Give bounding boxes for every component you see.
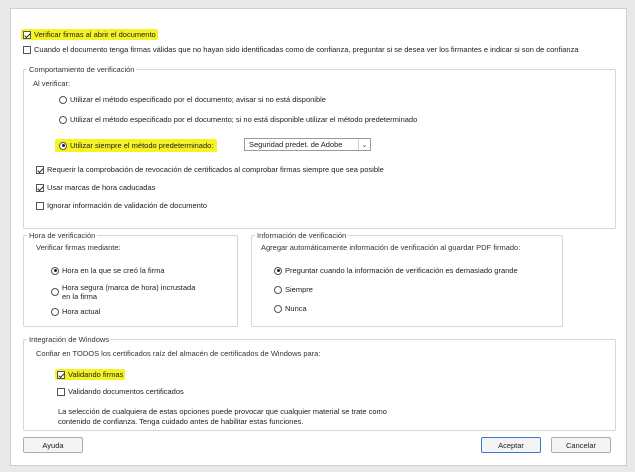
- require-revocation-checkbox[interactable]: [36, 165, 44, 174]
- highlight: Utilizar siempre el método predeterminad…: [55, 139, 218, 152]
- validate-certified-label: Validando documentos certificados: [68, 387, 184, 396]
- method-document-warn-label: Utilizar el método especificado por el d…: [70, 95, 326, 104]
- signature-verification-dialog: Verificar firmas al abrir el documento C…: [10, 8, 627, 466]
- info-never-label: Nunca: [285, 304, 307, 313]
- ignore-validation-label: Ignorar información de validación de doc…: [47, 201, 208, 210]
- time-signature-created-radio[interactable]: [51, 266, 59, 275]
- verify-on-open-label: Verificar firmas al abrir el documento: [34, 30, 156, 39]
- time-current-radio[interactable]: [51, 307, 59, 316]
- verification-behavior-title: Comportamiento de verificación: [27, 65, 137, 74]
- time-secure-radio[interactable]: [51, 288, 59, 296]
- verification-time-subtitle: Verificar firmas mediante:: [36, 243, 121, 252]
- windows-integration-note-line2: contenido de confianza. Tenga cuidado an…: [58, 417, 304, 426]
- method-document-default-row[interactable]: Utilizar el método especificado por el d…: [59, 115, 417, 124]
- validate-certified-row[interactable]: Validando documentos certificados: [57, 387, 184, 396]
- info-ask-row[interactable]: Preguntar cuando la información de verif…: [274, 266, 518, 275]
- validate-certified-checkbox[interactable]: [57, 387, 65, 396]
- expired-timestamps-checkbox[interactable]: [36, 183, 44, 192]
- ignore-validation-row[interactable]: Ignorar información de validación de doc…: [36, 201, 207, 210]
- ignore-validation-checkbox[interactable]: [36, 201, 44, 210]
- ask-trust-row[interactable]: Cuando el documento tenga firmas válidas…: [23, 45, 579, 54]
- chevron-down-icon: ⌄: [358, 139, 370, 150]
- require-revocation-label: Requerir la comprobación de revocación d…: [47, 165, 384, 174]
- method-document-default-label: Utilizar el método especificado por el d…: [70, 115, 418, 124]
- validate-signatures-label: Validando firmas: [68, 370, 124, 379]
- verification-behavior-subtitle: Al verificar:: [33, 79, 71, 88]
- ask-trust-checkbox[interactable]: [23, 45, 31, 54]
- time-current-label: Hora actual: [62, 307, 101, 316]
- verification-info-title: Información de verificación: [255, 231, 349, 240]
- time-signature-created-label: Hora en la que se creó la firma: [62, 266, 165, 275]
- ask-trust-label: Cuando el documento tenga firmas válidas…: [34, 45, 579, 54]
- expired-timestamps-label: Usar marcas de hora caducadas: [47, 183, 156, 192]
- default-method-select-value: Seguridad predet. de Adobe: [249, 140, 343, 149]
- default-method-select[interactable]: Seguridad predet. de Adobe ⌄: [244, 138, 371, 151]
- validate-signatures-row[interactable]: Validando firmas: [55, 369, 126, 380]
- info-never-row[interactable]: Nunca: [274, 304, 307, 313]
- validate-signatures-checkbox[interactable]: [57, 370, 65, 379]
- method-document-default-radio[interactable]: [59, 115, 67, 124]
- windows-integration-note-line1: La selección de cualquiera de estas opci…: [58, 407, 387, 416]
- info-ask-label: Preguntar cuando la información de verif…: [285, 266, 518, 275]
- info-always-label: Siempre: [285, 285, 313, 294]
- time-secure-row[interactable]: Hora segura (marca de hora) incrustada e…: [51, 283, 195, 301]
- info-always-radio[interactable]: [274, 285, 282, 294]
- info-ask-radio[interactable]: [274, 266, 282, 275]
- help-button[interactable]: Ayuda: [23, 437, 83, 453]
- windows-integration-subtitle: Confiar en TODOS los certificados raíz d…: [36, 349, 321, 358]
- expired-timestamps-row[interactable]: Usar marcas de hora caducadas: [36, 183, 155, 192]
- info-never-radio[interactable]: [274, 304, 282, 313]
- require-revocation-row[interactable]: Requerir la comprobación de revocación d…: [36, 165, 384, 174]
- time-secure-label-line1: Hora segura (marca de hora) incrustada: [62, 283, 196, 292]
- highlight: Verificar firmas al abrir el documento: [21, 29, 158, 40]
- time-secure-label-line2: en la firma: [62, 292, 98, 301]
- info-always-row[interactable]: Siempre: [274, 285, 313, 294]
- time-current-row[interactable]: Hora actual: [51, 307, 100, 316]
- method-always-default-label: Utilizar siempre el método predeterminad…: [70, 141, 214, 150]
- verification-info-subtitle: Agregar automáticamente información de v…: [261, 243, 521, 252]
- windows-integration-title: Integración de Windows: [27, 335, 112, 344]
- method-always-default-row[interactable]: Utilizar siempre el método predeterminad…: [55, 139, 218, 152]
- highlight: Validando firmas: [55, 369, 126, 380]
- windows-integration-note: La selección de cualquiera de estas opci…: [58, 407, 387, 427]
- verify-on-open-checkbox[interactable]: [23, 30, 31, 39]
- accept-button[interactable]: Aceptar: [481, 437, 541, 453]
- time-secure-label: Hora segura (marca de hora) incrustada e…: [62, 283, 195, 301]
- verify-on-open-row[interactable]: Verificar firmas al abrir el documento: [21, 29, 158, 40]
- method-document-warn-radio[interactable]: [59, 95, 67, 104]
- method-document-warn-row[interactable]: Utilizar el método especificado por el d…: [59, 95, 326, 104]
- cancel-button[interactable]: Cancelar: [551, 437, 611, 453]
- time-signature-created-row[interactable]: Hora en la que se creó la firma: [51, 266, 165, 275]
- method-always-default-radio[interactable]: [59, 141, 67, 150]
- verification-time-title: Hora de verificación: [27, 231, 98, 240]
